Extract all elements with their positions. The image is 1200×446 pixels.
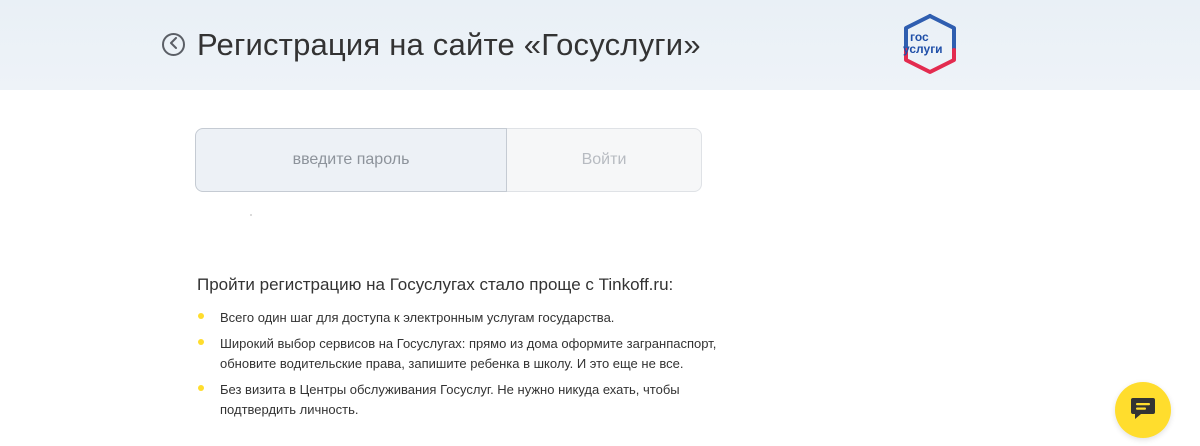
benefits-list: Всего один шаг для доступа к электронным… — [197, 308, 717, 426]
chat-bubble-icon — [1130, 396, 1156, 425]
gosuslugi-logo: гос услуги — [898, 12, 962, 76]
page-title: Регистрация на сайте «Госуслуги» — [197, 27, 701, 62]
list-item-text: Без визита в Центры обслуживания Госуслу… — [220, 382, 680, 417]
page-header: Регистрация на сайте «Госуслуги» гос усл… — [0, 0, 1200, 90]
bullet-dot-icon — [198, 339, 204, 345]
bullet-dot-icon — [198, 385, 204, 391]
chat-button[interactable] — [1115, 382, 1171, 438]
list-item: Без визита в Центры обслуживания Госуслу… — [197, 380, 717, 420]
login-button[interactable]: Войти — [507, 128, 702, 192]
list-item-text: Всего один шаг для доступа к электронным… — [220, 310, 615, 325]
list-item-text: Широкий выбор сервисов на Госуслугах: пр… — [220, 336, 717, 371]
info-title: Пройти регистрацию на Госуслугах стало п… — [197, 275, 674, 294]
chevron-left-icon — [169, 36, 179, 54]
password-input[interactable] — [195, 128, 507, 192]
back-button[interactable] — [162, 33, 185, 56]
bullet-dot-icon — [198, 313, 204, 319]
divider-dot — [250, 214, 252, 216]
list-item: Широкий выбор сервисов на Госуслугах: пр… — [197, 334, 717, 374]
logo-bottom-text: услуги — [903, 42, 943, 56]
login-form: Войти — [195, 128, 702, 192]
list-item: Всего один шаг для доступа к электронным… — [197, 308, 717, 328]
